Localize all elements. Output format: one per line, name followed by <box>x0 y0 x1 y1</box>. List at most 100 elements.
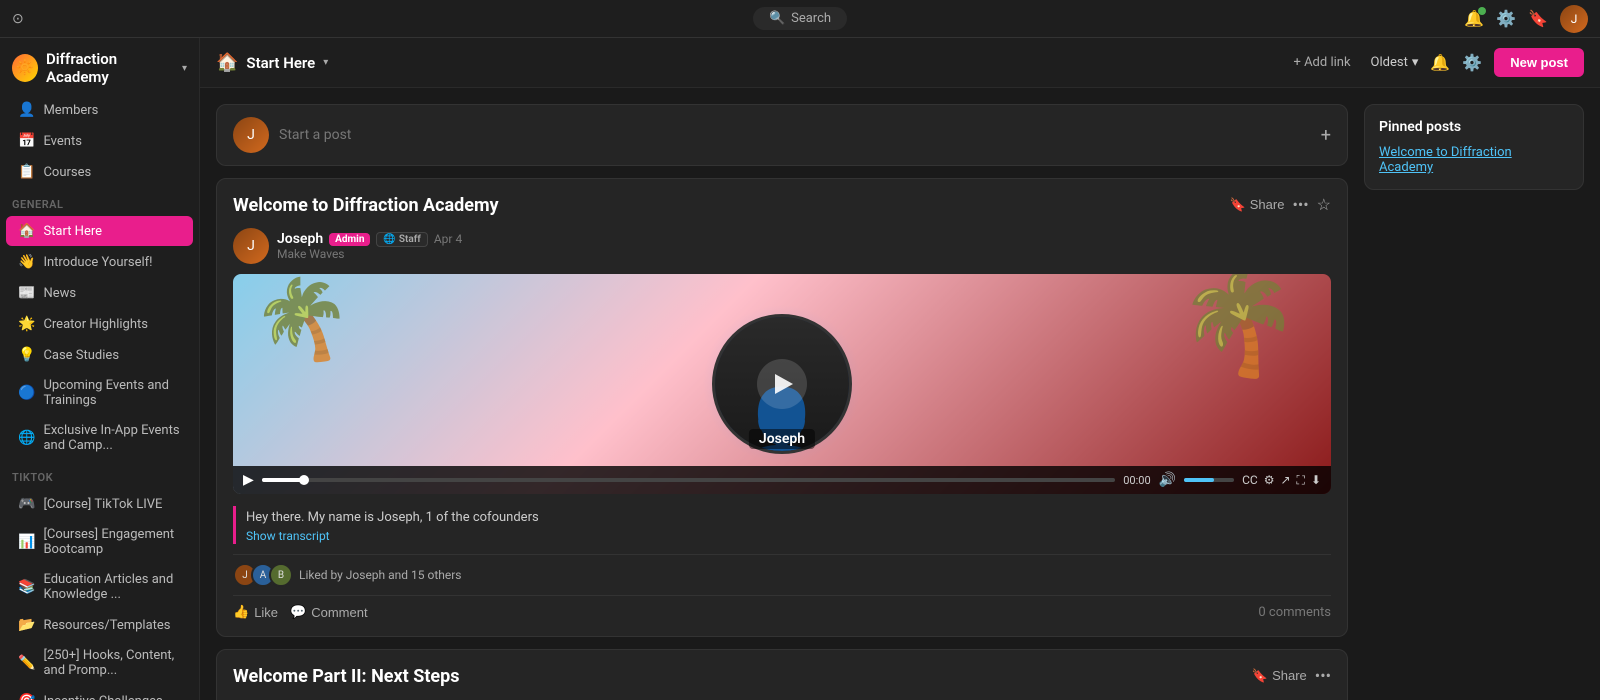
like-label: Like <box>254 605 278 620</box>
topbar: ⊙ 🔍 Search 🔔 ⚙️ 🔖 J <box>0 0 1600 38</box>
volume-fill <box>1184 478 1214 482</box>
author-name-1: Joseph <box>277 231 323 247</box>
feed-main: J Start a post + Welcome to Diffraction … <box>216 104 1348 700</box>
avatar-initials: J <box>1571 12 1578 26</box>
sidebar-item-news[interactable]: 📰 News <box>6 278 193 308</box>
bookmark-outline-2-icon: 🔖 <box>1252 668 1268 684</box>
start-post-placeholder: Start a post <box>279 127 1311 143</box>
hooks-label: [250+] Hooks, Content, and Promp... <box>43 648 181 678</box>
education-label: Education Articles and Knowledge ... <box>43 572 181 602</box>
progress-bar[interactable] <box>262 478 1115 482</box>
hooks-icon: ✏️ <box>18 655 35 671</box>
new-post-button[interactable]: New post <box>1494 48 1584 77</box>
subtitles-icon[interactable]: CC <box>1242 473 1258 487</box>
introduce-icon: 👋 <box>18 254 35 270</box>
play-button[interactable] <box>757 359 807 409</box>
sidebar-item-tiktok-live[interactable]: 🎮 [Course] TikTok LIVE <box>6 489 193 519</box>
pinned-item-1[interactable]: Welcome to Diffraction Academy <box>1379 145 1569 175</box>
fullscreen-icon[interactable]: ⛶ <box>1297 473 1305 488</box>
author-info-1: Joseph Admin 🌐 Staff Apr 4 Make Waves <box>277 231 462 261</box>
sidebar-title: Diffraction Academy <box>46 50 174 86</box>
share-button-2[interactable]: 🔖 Share <box>1252 668 1307 684</box>
channel-notification-bell-icon[interactable]: 🔔 <box>1430 53 1450 72</box>
show-transcript-link[interactable]: Show transcript <box>246 529 330 543</box>
author-subtitle-1: Make Waves <box>277 247 462 261</box>
sidebar-item-courses[interactable]: 📋 Courses <box>6 157 193 187</box>
sidebar-item-resources[interactable]: 📂 Resources/Templates <box>6 610 193 640</box>
like-avatars: J A B <box>233 563 293 587</box>
start-post-plus-icon[interactable]: + <box>1321 125 1331 146</box>
add-link-button[interactable]: + Add link <box>1285 51 1358 74</box>
post-more-options-2-icon[interactable]: ••• <box>1315 666 1331 685</box>
news-label: News <box>43 286 76 301</box>
post-header-actions-2: 🔖 Share ••• <box>1252 666 1331 685</box>
video-container-1: 🌴 🌴 👤 Joseph <box>233 274 1331 494</box>
sidebar-item-creator-highlights[interactable]: 🌟 Creator Highlights <box>6 309 193 339</box>
settings-video-icon[interactable]: ⚙ <box>1264 473 1275 487</box>
content-area: 🏠 Start Here ▾ + Add link Oldest ▾ 🔔 ⚙️ … <box>200 38 1600 700</box>
download-icon[interactable]: ⬇ <box>1311 473 1321 487</box>
admin-badge: Admin <box>329 233 370 246</box>
like-button[interactable]: 👍 Like <box>233 604 278 620</box>
start-post-box[interactable]: J Start a post + <box>216 104 1348 166</box>
sidebar-item-exclusive-events[interactable]: 🌐 Exclusive In-App Events and Camp... <box>6 416 193 460</box>
comment-bubble-icon: 💬 <box>290 604 306 620</box>
sidebar-item-events[interactable]: 📅 Events <box>6 126 193 156</box>
exclusive-events-label: Exclusive In-App Events and Camp... <box>43 423 181 453</box>
sidebar-item-education[interactable]: 📚 Education Articles and Knowledge ... <box>6 565 193 609</box>
transcript-text: Hey there. My name is Joseph, 1 of the c… <box>246 510 539 525</box>
share-button-1[interactable]: 🔖 Share <box>1230 197 1285 213</box>
volume-icon[interactable]: 🔊 <box>1159 472 1176 488</box>
comment-label: Comment <box>311 605 367 620</box>
staff-icon: 🌐 <box>383 234 395 245</box>
comment-button[interactable]: 💬 Comment <box>290 604 368 620</box>
upcoming-events-label: Upcoming Events and Trainings <box>43 378 181 408</box>
sidebar-item-hooks[interactable]: ✏️ [250+] Hooks, Content, and Promp... <box>6 641 193 685</box>
post-date-1: Apr 4 <box>434 232 462 246</box>
share-label-1: Share <box>1250 197 1285 212</box>
palm-tree-right-icon: 🌴 <box>1172 274 1306 386</box>
sidebar-item-case-studies[interactable]: 💡 Case Studies <box>6 340 193 370</box>
search-bar[interactable]: 🔍 Search <box>753 7 847 30</box>
post-more-options-icon[interactable]: ••• <box>1292 195 1308 214</box>
bookmark-icon[interactable]: 🔖 <box>1528 9 1548 28</box>
creator-highlights-label: Creator Highlights <box>43 317 148 332</box>
sidebar: 🔆 Diffraction Academy ▾ 👤 Members 📅 Even… <box>0 38 200 700</box>
news-icon: 📰 <box>18 285 35 301</box>
notification-bell-icon[interactable]: 🔔 <box>1464 9 1484 28</box>
sidebar-header[interactable]: 🔆 Diffraction Academy ▾ <box>0 38 199 94</box>
sidebar-item-start-here[interactable]: 🏠 Start Here <box>6 216 193 246</box>
engagement-icon: 📊 <box>18 534 35 550</box>
video-play-icon[interactable]: ▶ <box>243 472 254 488</box>
sidebar-item-members[interactable]: 👤 Members <box>6 95 193 125</box>
courses-label: Courses <box>43 165 91 180</box>
video-time: 00:00 <box>1123 474 1150 487</box>
post-title-1: Welcome to Diffraction Academy <box>233 195 499 216</box>
sidebar-item-engagement[interactable]: 📊 [Courses] Engagement Bootcamp <box>6 520 193 564</box>
sidebar-item-upcoming-events[interactable]: 🔵 Upcoming Events and Trainings <box>6 371 193 415</box>
courses-icon: 📋 <box>18 164 35 180</box>
post-card-2: Welcome Part II: Next Steps 🔖 Share ••• <box>216 649 1348 700</box>
sidebar-item-incentive[interactable]: 🎯 Incentive Challenges <box>6 686 193 700</box>
members-icon: 👤 <box>18 102 35 118</box>
channel-settings-icon[interactable]: ⚙️ <box>1462 53 1482 72</box>
user-avatar[interactable]: J <box>1560 5 1588 33</box>
search-icon: 🔍 <box>769 11 785 26</box>
engagement-label: [Courses] Engagement Bootcamp <box>43 527 181 557</box>
like-avatar-3: B <box>269 563 293 587</box>
start-here-label: Start Here <box>43 224 102 239</box>
general-section-label: General <box>0 188 199 215</box>
sort-dropdown[interactable]: Oldest ▾ <box>1371 55 1419 70</box>
volume-bar[interactable] <box>1184 478 1234 482</box>
external-link-icon[interactable]: ↗ <box>1280 473 1290 487</box>
settings-icon[interactable]: ⚙️ <box>1496 9 1516 28</box>
sort-label: Oldest <box>1371 55 1408 70</box>
post-star-icon[interactable]: ☆ <box>1317 195 1331 214</box>
sidebar-item-introduce[interactable]: 👋 Introduce Yourself! <box>6 247 193 277</box>
palm-tree-left-icon: 🌴 <box>246 274 360 376</box>
events-icon: 📅 <box>18 133 35 149</box>
video-controls: ▶ 00:00 🔊 CC <box>233 466 1331 494</box>
video-name-label: Joseph <box>749 429 815 449</box>
comments-count: 0 comments <box>1258 605 1331 620</box>
tiktok-live-icon: 🎮 <box>18 496 35 512</box>
